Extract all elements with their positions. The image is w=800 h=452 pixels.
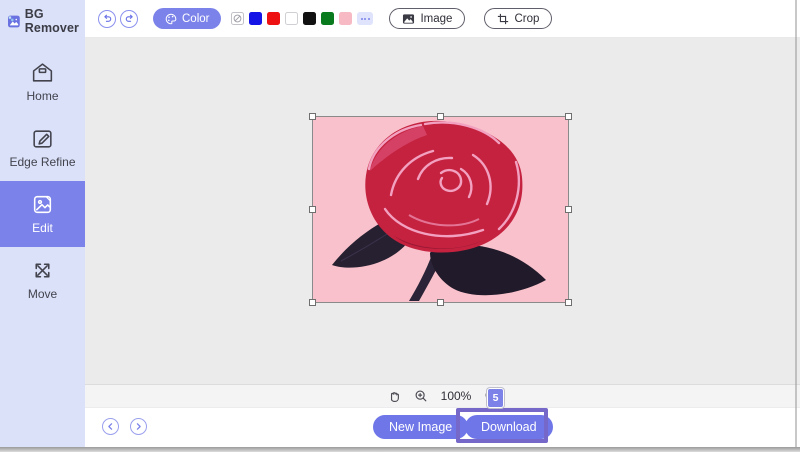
chevron-right-icon	[136, 423, 141, 430]
swatch-white[interactable]	[285, 12, 299, 25]
main-area: Color Image Crop 100% 5 New Image Downlo…	[85, 0, 800, 452]
previous-button[interactable]	[102, 418, 119, 435]
swatch-green[interactable]	[321, 12, 335, 25]
zoom-toolbar: 100%	[85, 384, 800, 407]
redo-icon	[125, 14, 133, 22]
color-button[interactable]: Color	[153, 8, 222, 29]
swatch-blue[interactable]	[249, 12, 263, 25]
new-image-button[interactable]: New Image	[373, 415, 469, 439]
redo-button[interactable]	[120, 9, 138, 28]
swatch-pink[interactable]	[339, 12, 353, 25]
download-button[interactable]: Download	[465, 415, 553, 439]
edit-icon	[33, 195, 52, 214]
zoom-level: 100%	[440, 389, 472, 403]
step-badge: 5	[487, 388, 504, 408]
sidebar-item-move[interactable]: Move	[0, 247, 85, 313]
top-toolbar: Color Image Crop	[85, 0, 800, 38]
window-right-edge	[795, 0, 797, 447]
resize-handle-e[interactable]	[565, 206, 572, 213]
resize-handle-w[interactable]	[309, 206, 316, 213]
editor-canvas[interactable]	[85, 38, 800, 384]
footer-bar: New Image Download	[85, 407, 800, 448]
bg-remover-app: BG Remover Home Edge Refine Edit Move Co…	[0, 0, 800, 452]
move-icon	[35, 263, 50, 278]
rose-image	[313, 117, 568, 302]
crop-button[interactable]: Crop	[484, 8, 553, 29]
more-dots-icon	[360, 17, 363, 20]
more-colors-button[interactable]	[357, 12, 374, 25]
undo-button[interactable]	[98, 9, 116, 28]
sidebar-item-label: Move	[27, 287, 58, 301]
sidebar-item-edit[interactable]: Edit	[0, 181, 85, 247]
sidebar-item-label: Home	[26, 89, 59, 103]
swatch-none[interactable]	[231, 12, 245, 25]
next-button[interactable]	[130, 418, 147, 435]
resize-handle-se[interactable]	[565, 299, 572, 306]
sidebar-item-edge-refine[interactable]: Edge Refine	[0, 115, 85, 181]
image-button[interactable]: Image	[389, 8, 466, 29]
sidebar-nav: Home Edge Refine Edit Move	[0, 49, 85, 313]
image-icon	[403, 13, 415, 24]
sidebar-item-label: Edit	[32, 221, 53, 235]
palette-icon	[165, 13, 177, 24]
undo-icon	[103, 14, 111, 22]
sidebar-item-home[interactable]: Home	[0, 49, 85, 115]
edge-refine-icon	[33, 130, 52, 148]
app-title: BG Remover	[24, 7, 79, 35]
color-swatches	[231, 12, 374, 25]
home-icon	[32, 63, 53, 82]
app-logo-icon	[8, 15, 20, 27]
window-bottom-edge	[0, 447, 800, 452]
resize-handle-s[interactable]	[437, 299, 444, 306]
crop-button-label: Crop	[514, 12, 540, 25]
sidebar-item-label: Edge Refine	[9, 155, 76, 169]
app-logo: BG Remover	[0, 0, 85, 41]
resize-handle-nw[interactable]	[309, 113, 316, 120]
color-button-label: Color	[182, 12, 210, 25]
crop-icon	[498, 13, 509, 24]
hand-tool-icon[interactable]	[387, 389, 401, 403]
swatch-red[interactable]	[267, 12, 281, 25]
selected-image[interactable]	[309, 113, 572, 306]
zoom-in-icon[interactable]	[414, 389, 428, 403]
resize-handle-n[interactable]	[437, 113, 444, 120]
chevron-left-icon	[108, 423, 113, 430]
sidebar: BG Remover Home Edge Refine Edit Move	[0, 0, 85, 447]
no-color-icon	[234, 14, 242, 23]
swatch-black[interactable]	[303, 12, 317, 25]
resize-handle-ne[interactable]	[565, 113, 572, 120]
resize-handle-sw[interactable]	[309, 299, 316, 306]
image-button-label: Image	[420, 12, 453, 25]
